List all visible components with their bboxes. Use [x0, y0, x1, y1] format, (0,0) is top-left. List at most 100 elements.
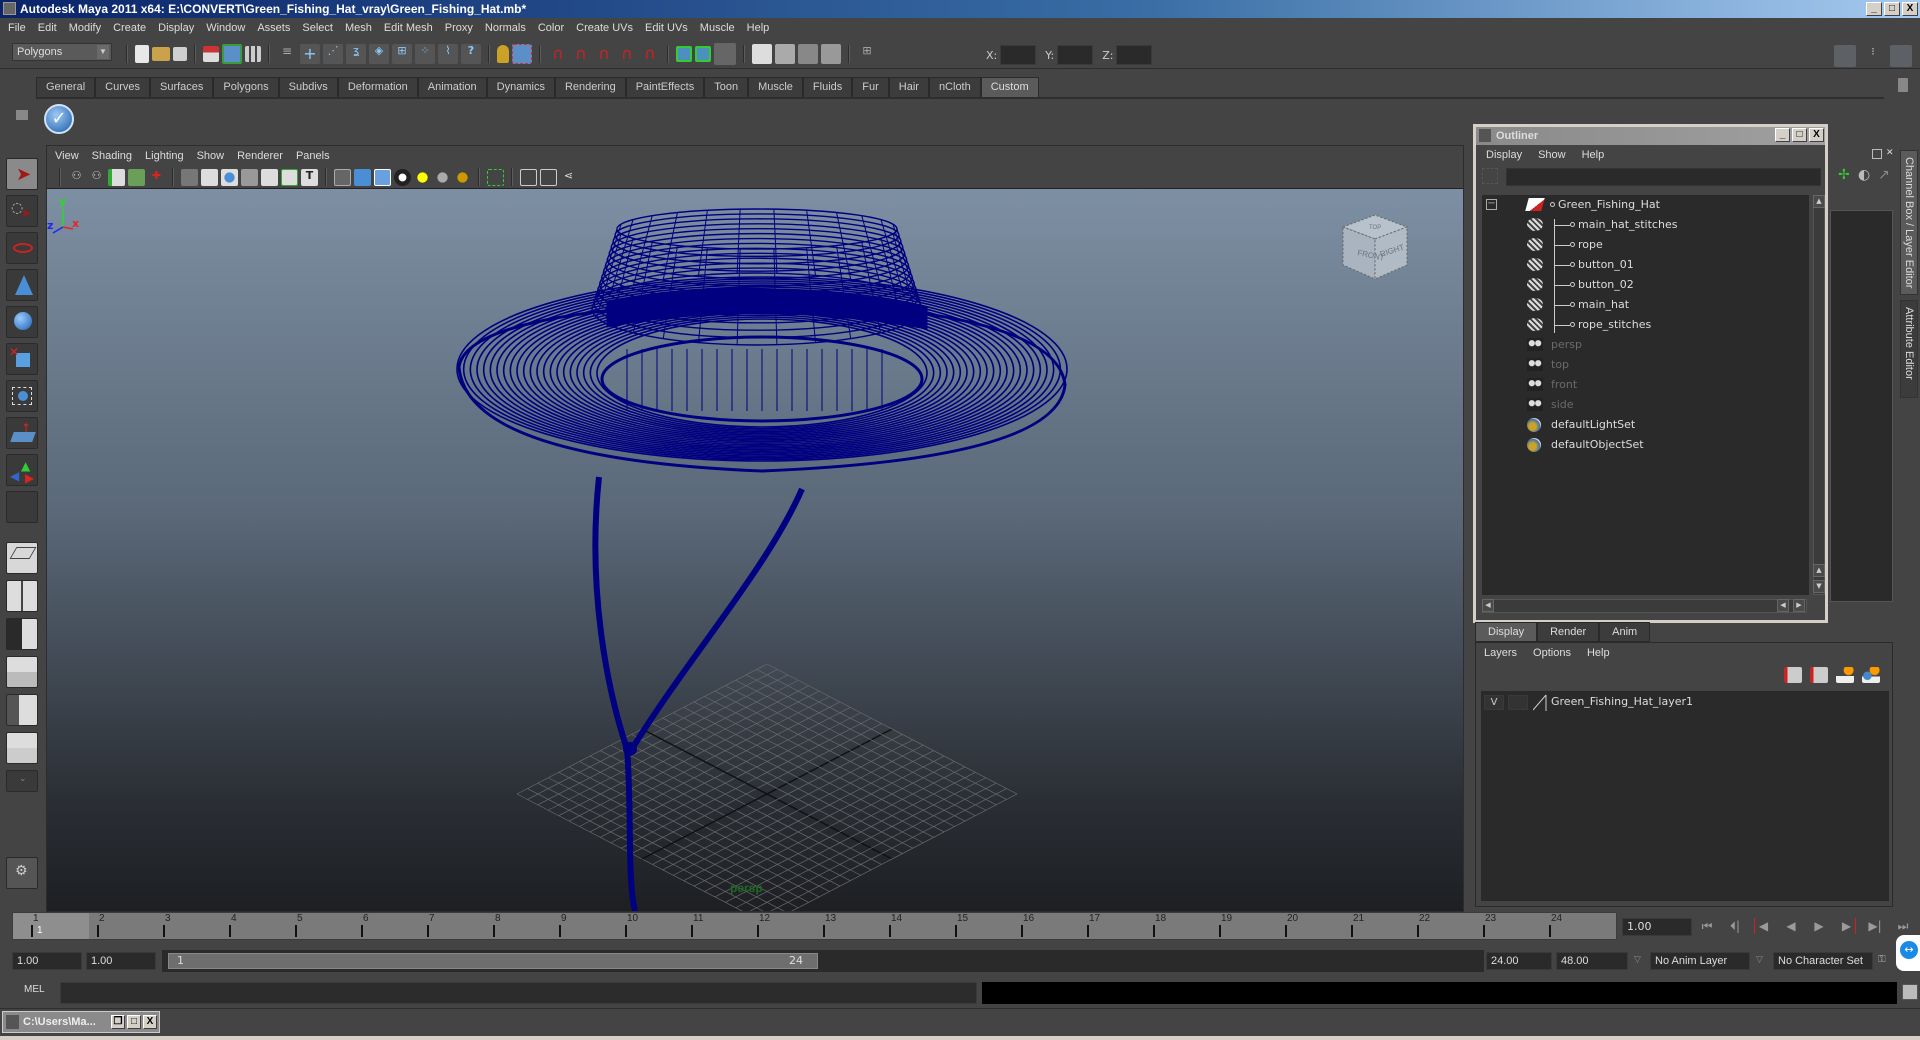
- key-icon[interactable]: ⚿: [1878, 954, 1886, 965]
- outliner-item[interactable]: main_hat_stitches: [1482, 215, 1809, 235]
- use-default-light-icon[interactable]: [414, 168, 431, 186]
- image-plane-icon[interactable]: [128, 168, 145, 186]
- playback-end-field[interactable]: 24.00: [1486, 952, 1552, 970]
- remote-session-badge[interactable]: ↔: [1896, 935, 1920, 971]
- viewport-menu-show[interactable]: Show: [197, 150, 225, 162]
- filter-select-icon[interactable]: [1482, 168, 1498, 184]
- outliner-item[interactable]: button_02: [1482, 275, 1809, 295]
- scroll-right-button[interactable]: ▶: [1793, 599, 1805, 612]
- attribute-editor-tab[interactable]: Attribute Editor: [1900, 300, 1918, 398]
- shelf-tab-rendering[interactable]: Rendering: [554, 77, 626, 97]
- xray-joints-icon[interactable]: [540, 168, 557, 186]
- use-all-lights-icon[interactable]: [434, 168, 451, 186]
- scale-tool-icon[interactable]: ✕: [6, 343, 38, 375]
- go-to-start-icon[interactable]: ⏮: [1698, 918, 1716, 934]
- y-input[interactable]: [1057, 45, 1094, 65]
- open-scene-icon[interactable]: [152, 47, 170, 61]
- outliner-item[interactable]: side: [1482, 395, 1809, 415]
- manipulator-icon[interactable]: ✢: [1838, 167, 1850, 183]
- layer-type-toggle[interactable]: [1508, 695, 1528, 710]
- menu-set-dropdown[interactable]: Polygons ▼: [12, 43, 112, 61]
- layer-menu-layers[interactable]: Layers: [1484, 647, 1517, 659]
- menu-proxy[interactable]: Proxy: [445, 22, 473, 34]
- outliner-item[interactable]: rope_stitches: [1482, 315, 1809, 335]
- shelf-tab-custom[interactable]: Custom: [980, 77, 1039, 97]
- hypershade-persp-layout-icon[interactable]: [6, 694, 38, 726]
- close-button[interactable]: X: [1902, 2, 1918, 16]
- shelf-tab-animation[interactable]: Animation: [417, 77, 487, 97]
- shelf-tab-fur[interactable]: Fur: [852, 77, 889, 97]
- outliner-menu-display[interactable]: Display: [1486, 145, 1522, 165]
- menu-create[interactable]: Create: [113, 22, 146, 34]
- input-ops-icon[interactable]: [676, 46, 692, 62]
- outliner-minimize-button[interactable]: _: [1775, 128, 1790, 142]
- wireframe-icon[interactable]: [334, 168, 351, 186]
- lock-icon[interactable]: [497, 45, 509, 63]
- last-tool-used-icon[interactable]: [6, 491, 38, 523]
- shelf-tab-curves[interactable]: Curves: [95, 77, 150, 97]
- 3d-viewport[interactable]: FRONT RIGHT TOP persp y z x: [47, 188, 1463, 911]
- z-input[interactable]: [1116, 45, 1153, 65]
- outliner-horizontal-scrollbar[interactable]: ◀ ◀ ▶: [1482, 599, 1807, 613]
- help-icon[interactable]: ?: [461, 44, 481, 64]
- time-slider[interactable]: 1 2 3 4 5 6 7 8 9 10 11 12 13 14 15 16 17 18 19 20 21 22 23 24 1: [12, 912, 1617, 940]
- magnet-curve-icon[interactable]: ∩: [571, 44, 591, 64]
- scroll-left-button[interactable]: ◀: [1777, 599, 1789, 612]
- view-cube-icon[interactable]: FRONT RIGHT TOP: [1335, 207, 1415, 287]
- scroll-down-button[interactable]: ▼: [1813, 580, 1825, 593]
- outliner-persp-layout-icon[interactable]: [6, 618, 38, 650]
- layer-menu-options[interactable]: Options: [1533, 647, 1571, 659]
- outliner-vertical-scrollbar[interactable]: ▲ ▲ ▼: [1813, 195, 1825, 595]
- menu-mesh[interactable]: Mesh: [345, 22, 372, 34]
- move-layer-down-icon[interactable]: [1810, 667, 1828, 683]
- menu-select[interactable]: Select: [302, 22, 333, 34]
- menu-file[interactable]: File: [8, 22, 26, 34]
- outliner-item[interactable]: defaultObjectSet: [1482, 435, 1809, 455]
- select-by-object-icon[interactable]: [222, 44, 242, 64]
- play-forward-icon[interactable]: ▶: [1810, 918, 1828, 934]
- outliner-menu-show[interactable]: Show: [1538, 145, 1566, 165]
- step-forward-frame-icon[interactable]: ▶: [1838, 918, 1856, 934]
- character-set-field[interactable]: No Character Set: [1773, 952, 1873, 970]
- viewport-menu-renderer[interactable]: Renderer: [237, 150, 283, 162]
- menu-display[interactable]: Display: [158, 22, 194, 34]
- select-by-component-icon[interactable]: [245, 46, 261, 62]
- outliner-item[interactable]: persp: [1482, 335, 1809, 355]
- menu-muscle[interactable]: Muscle: [700, 22, 735, 34]
- 2d-pan-zoom-icon[interactable]: ✚: [148, 169, 165, 186]
- close-button[interactable]: X: [143, 1015, 157, 1029]
- viewport-menu-lighting[interactable]: Lighting: [145, 150, 184, 162]
- shelf-tab-fluids[interactable]: Fluids: [802, 77, 853, 97]
- layer-name[interactable]: Green_Fishing_Hat_layer1: [1551, 693, 1693, 711]
- outliner-item[interactable]: − Green_Fishing_Hat: [1482, 195, 1809, 215]
- float-panel-icon[interactable]: [1872, 149, 1882, 159]
- outliner-menu-help[interactable]: Help: [1582, 145, 1605, 165]
- menu-edit-uvs[interactable]: Edit UVs: [645, 22, 688, 34]
- single-perspective-layout-icon[interactable]: [6, 542, 38, 574]
- step-back-frame-icon[interactable]: ◀: [1754, 918, 1772, 934]
- four-view-layout-icon[interactable]: [6, 580, 38, 612]
- layer-tab-render[interactable]: Render: [1537, 622, 1600, 642]
- view-cube[interactable]: FRONT RIGHT TOP: [1335, 207, 1415, 287]
- history-icon[interactable]: [714, 43, 736, 65]
- magnet-point-icon[interactable]: ∩: [594, 44, 614, 64]
- persp-graph-hypergraph-layout-icon[interactable]: [6, 732, 38, 764]
- move-layer-up-icon[interactable]: [1784, 667, 1802, 683]
- range-slider[interactable]: 1 24: [162, 950, 1484, 972]
- command-input[interactable]: [60, 982, 977, 1004]
- shelf-tab-muscle[interactable]: Muscle: [748, 77, 803, 97]
- universal-manipulator-icon[interactable]: [6, 380, 38, 412]
- script-editor-icon[interactable]: [1902, 984, 1918, 1000]
- output-ops-icon[interactable]: [695, 46, 711, 62]
- step-forward-key-icon[interactable]: ▶|: [1866, 918, 1884, 934]
- chevron-down-icon[interactable]: ▽: [1756, 955, 1763, 965]
- smooth-shade-icon[interactable]: [354, 168, 371, 186]
- menu-help[interactable]: Help: [747, 22, 770, 34]
- outliner-item[interactable]: button_01: [1482, 255, 1809, 275]
- pick-icon[interactable]: ↗: [1878, 167, 1890, 183]
- outliner-filter-input[interactable]: [1506, 168, 1821, 186]
- minimize-button[interactable]: _: [1866, 2, 1882, 16]
- outliner-item[interactable]: front: [1482, 375, 1809, 395]
- shelf-menu-icon[interactable]: [16, 110, 28, 120]
- shelf-tab-general[interactable]: General: [36, 77, 96, 97]
